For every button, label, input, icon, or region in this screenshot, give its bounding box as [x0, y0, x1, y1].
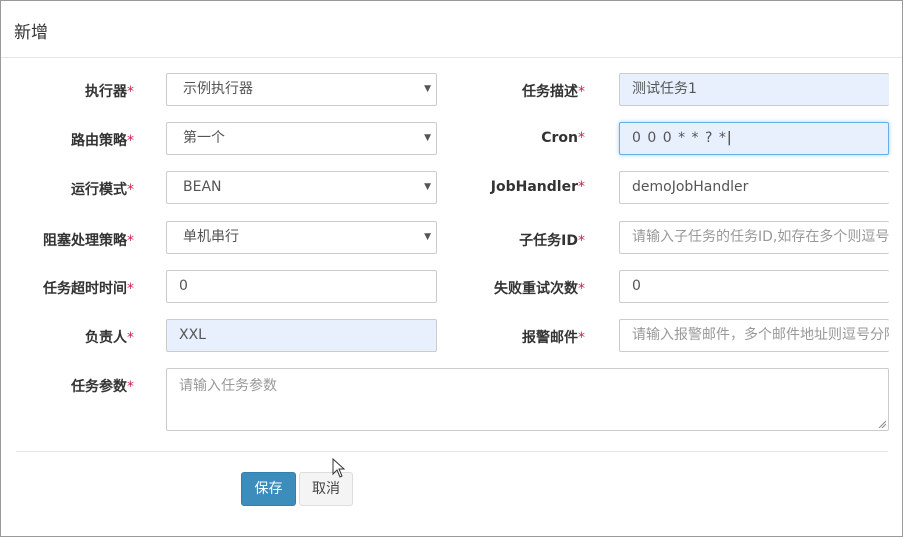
child-job-id-label: 子任务ID* — [519, 233, 585, 249]
caret-down-icon: ▼ — [424, 84, 431, 94]
block-strategy-select[interactable]: 单机串行 ▼ — [166, 221, 437, 254]
dialog-title: 新增 — [14, 23, 48, 43]
executor-label: 执行器* — [85, 84, 134, 100]
author-input[interactable]: XXL — [166, 319, 437, 352]
child-job-id-input[interactable]: 请输入子任务的任务ID,如存在多个则逗号分隔 — [619, 221, 889, 254]
run-mode-select[interactable]: BEAN ▼ — [166, 171, 437, 204]
job-param-textarea[interactable]: 请输入任务参数 — [166, 368, 889, 431]
route-strategy-select[interactable]: 第一个 ▼ — [166, 122, 437, 155]
fail-retry-label: 失败重试次数* — [494, 281, 585, 297]
timeout-label: 任务超时时间* — [43, 281, 134, 297]
caret-down-icon: ▼ — [424, 182, 431, 192]
alarm-email-input[interactable]: 请输入报警邮件，多个邮件地址则逗号分隔 — [619, 319, 889, 352]
author-label: 负责人* — [85, 330, 134, 346]
footer-divider — [16, 451, 888, 452]
job-param-label: 任务参数* — [71, 379, 134, 395]
cron-input[interactable]: 0 0 0 * * ? *| — [619, 122, 889, 155]
dialog-header: 新增 — [1, 1, 902, 58]
save-button[interactable]: 保存 — [241, 472, 296, 506]
block-strategy-label: 阻塞处理策略* — [43, 233, 134, 249]
run-mode-label: 运行模式* — [71, 182, 134, 198]
fail-retry-input[interactable]: 0 — [619, 270, 889, 303]
mouse-cursor-icon — [332, 458, 346, 478]
caret-down-icon: ▼ — [424, 232, 431, 242]
executor-select[interactable]: 示例执行器 ▼ — [166, 73, 437, 106]
resize-handle-icon[interactable] — [878, 420, 886, 428]
job-desc-input[interactable]: 测试任务1 — [619, 73, 889, 106]
cron-label: Cron* — [541, 130, 585, 146]
job-handler-label: JobHandler* — [490, 179, 585, 195]
job-desc-label: 任务描述* — [522, 84, 585, 100]
alarm-email-label: 报警邮件* — [522, 330, 585, 346]
job-handler-input[interactable]: demoJobHandler — [619, 171, 889, 204]
add-job-dialog: 新增 执行器* 示例执行器 ▼ 路由策略* 第一个 ▼ 运行模式* BEAN ▼ 阻塞… — [0, 0, 903, 537]
caret-down-icon: ▼ — [424, 133, 431, 143]
timeout-input[interactable]: 0 — [166, 270, 437, 303]
route-strategy-label: 路由策略* — [71, 133, 134, 149]
